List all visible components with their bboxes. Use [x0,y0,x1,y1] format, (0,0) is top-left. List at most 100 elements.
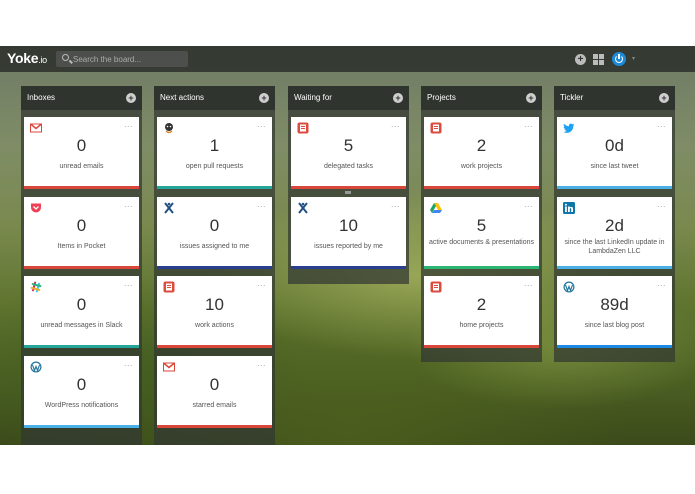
column-title: Inboxes [27,93,56,102]
card-menu-icon[interactable]: ... [391,119,400,129]
column-next-actions: Next actions + ... 1 open pull requests … [154,86,275,445]
card-caption: since last tweet [590,163,639,170]
add-column-icon[interactable]: + [575,54,586,65]
card-last-tweet[interactable]: ... 0d since last tweet [557,117,672,189]
card-caption: active documents & presentations [428,239,535,246]
card-last-linkedin-update[interactable]: ... 2d since the last LinkedIn update in… [557,197,672,269]
slack-icon [30,281,42,293]
add-card-icon[interactable]: + [126,93,136,103]
card-value: 5 [476,216,487,235]
card-menu-icon[interactable]: ... [257,199,266,209]
logo-text: Yoke [7,50,39,66]
card-caption: open pull requests [185,163,244,170]
card-caption: WordPress notifications [44,402,119,409]
card-menu-icon[interactable]: ... [124,199,133,209]
card-work-actions[interactable]: ... 10 work actions [157,276,272,348]
card-value: 0 [209,375,220,394]
column-title: Waiting for [294,93,332,102]
drag-handle[interactable] [345,191,351,194]
card-menu-icon[interactable]: ... [124,119,133,129]
card-value: 2d [605,216,624,235]
user-menu[interactable]: ▾ [632,55,635,62]
column-header: Next actions + [154,86,275,110]
card-menu-icon[interactable]: ... [524,199,533,209]
todoist-icon [430,281,442,293]
card-menu-icon[interactable]: ... [657,119,666,129]
linkedin-icon [563,202,575,214]
search-icon [62,54,69,61]
card-menu-icon[interactable]: ... [524,119,533,129]
logo-suffix: .io [38,55,47,65]
gmail-icon [30,123,42,133]
todoist-icon [163,281,175,293]
grid-view-icon[interactable] [593,54,604,65]
search-box[interactable] [56,51,188,67]
card-caption: unread emails [59,163,104,170]
card-work-projects[interactable]: ... 2 work projects [424,117,539,189]
card-caption: work projects [460,163,503,170]
card-value: 0 [76,375,87,394]
card-home-projects[interactable]: ... 2 home projects [424,276,539,348]
github-icon [165,123,173,134]
add-card-icon[interactable]: + [659,93,669,103]
card-value: 0 [76,216,87,235]
card-pocket-items[interactable]: ... 0 Items in Pocket [24,197,139,269]
card-value: 0d [605,136,624,155]
card-issues-assigned[interactable]: ... 0 issues assigned to me [157,197,272,269]
column-projects: Projects + ... 2 work projects ... 5 act… [421,86,542,362]
card-caption: delegated tasks [323,163,374,170]
power-icon[interactable] [612,52,626,66]
card-menu-icon[interactable]: ... [257,278,266,288]
todoist-icon [297,122,309,134]
card-menu-icon[interactable]: ... [257,358,266,368]
card-slack-messages[interactable]: ... 0 unread messages in Slack [24,276,139,348]
gmail-icon [163,362,175,372]
card-menu-icon[interactable]: ... [524,278,533,288]
card-menu-icon[interactable]: ... [391,199,400,209]
column-waiting-for: Waiting for + ... 5 delegated tasks ... … [288,86,409,284]
yoke-dashboard: Yoke.io + ▾ Inboxes + ... 0 unread email… [0,46,695,445]
card-starred-emails[interactable]: ... 0 starred emails [157,356,272,428]
card-caption: since the last LinkedIn update in Lambda… [564,239,665,255]
card-value: 0 [76,295,87,314]
card-caption: work actions [195,322,234,329]
card-delegated-tasks[interactable]: ... 5 delegated tasks [291,117,406,189]
card-caption: since last blog post [584,322,645,329]
card-value: 5 [343,136,354,155]
card-menu-icon[interactable]: ... [124,358,133,368]
column-title: Tickler [560,93,584,102]
wordpress-icon [563,281,575,293]
card-active-documents[interactable]: ... 5 active documents & presentations [424,197,539,269]
jira-icon [298,202,308,214]
card-menu-icon[interactable]: ... [657,199,666,209]
card-value: 1 [209,136,220,155]
card-unread-emails[interactable]: ... 0 unread emails [24,117,139,189]
card-menu-icon[interactable]: ... [124,278,133,288]
card-issues-reported[interactable]: ... 10 issues reported by me [291,197,406,269]
column-header: Waiting for + [288,86,409,110]
pocket-icon [31,203,41,213]
add-card-icon[interactable]: + [259,93,269,103]
card-open-pull-requests[interactable]: ... 1 open pull requests [157,117,272,189]
card-menu-icon[interactable]: ... [257,119,266,129]
jira-icon [164,202,174,214]
card-value: 2 [476,136,487,155]
card-caption: home projects [459,322,504,329]
card-value: 10 [205,295,224,314]
card-value: 10 [339,216,358,235]
column-tickler: Tickler + ... 0d since last tweet ... 2d… [554,86,675,362]
column-header: Projects + [421,86,542,110]
column-inboxes: Inboxes + ... 0 unread emails ... 0 Item… [21,86,142,445]
card-caption: issues reported by me [314,243,383,250]
card-menu-icon[interactable]: ... [657,278,666,288]
add-card-icon[interactable]: + [526,93,536,103]
card-last-blog-post[interactable]: ... 89d since last blog post [557,276,672,348]
card-wordpress-notifications[interactable]: ... 0 WordPress notifications [24,356,139,428]
column-header: Tickler + [554,86,675,110]
add-card-icon[interactable]: + [393,93,403,103]
wordpress-icon [30,361,42,373]
top-bar: Yoke.io + ▾ [0,46,695,72]
logo[interactable]: Yoke.io [7,50,47,66]
search-input[interactable] [73,51,183,67]
card-caption: unread messages in Slack [40,322,123,329]
